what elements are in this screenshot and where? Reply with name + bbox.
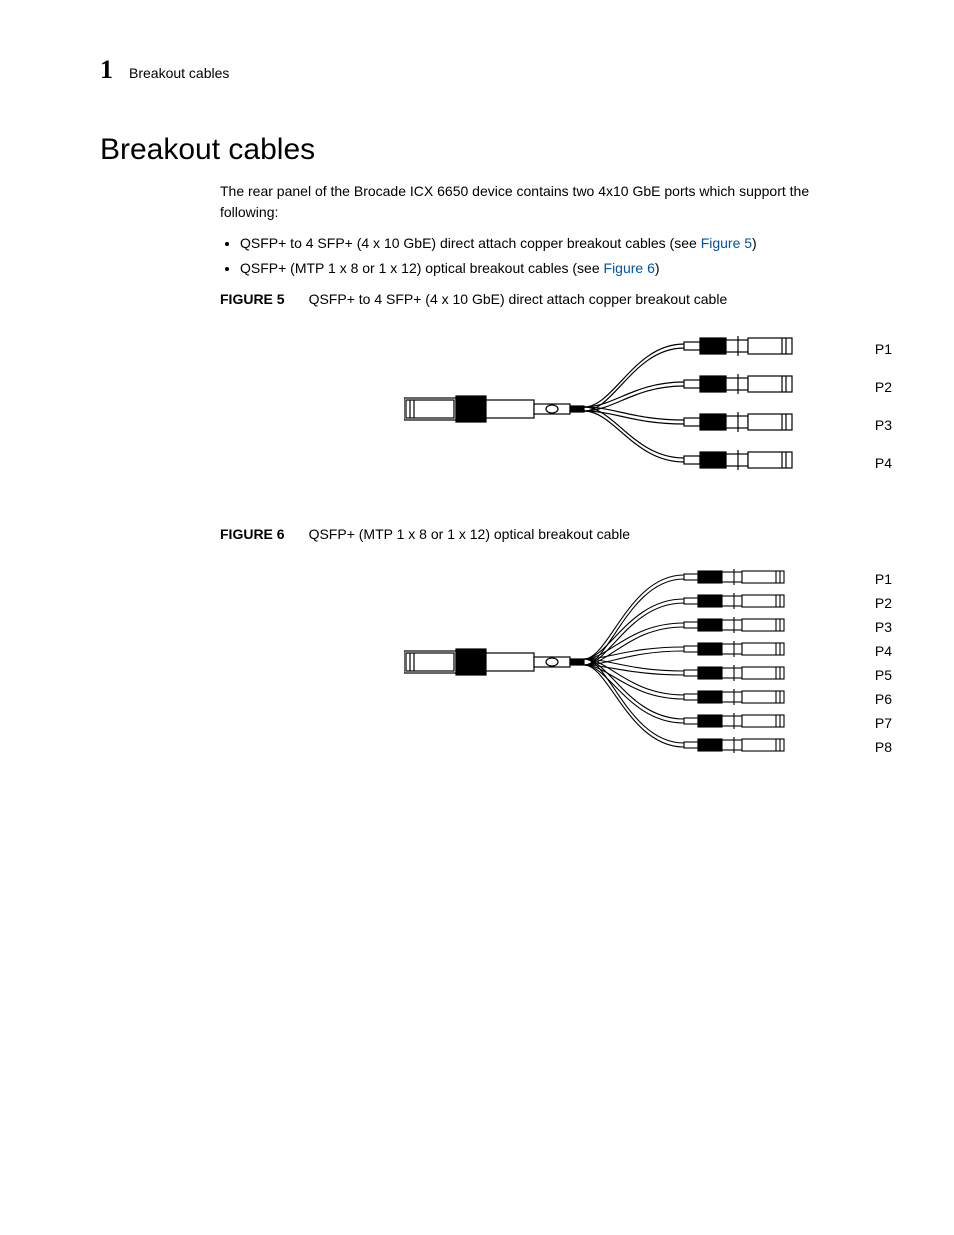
breakout-cable-8-icon xyxy=(404,559,864,769)
list-item: QSFP+ (MTP 1 x 8 or 1 x 12) optical brea… xyxy=(240,258,864,279)
running-header: 1 Breakout cables xyxy=(100,55,864,85)
port-label: P7 xyxy=(875,711,892,735)
figure5-diagram: P1 P2 P3 P4 xyxy=(220,324,864,500)
port-label: P8 xyxy=(875,735,892,759)
figure-link[interactable]: Figure 6 xyxy=(604,260,655,276)
figure-label: FIGURE 5 xyxy=(220,291,285,307)
figure6-diagram: P1 P2 P3 P4 P5 P6 P7 P8 xyxy=(220,559,864,775)
port-label: P1 xyxy=(875,330,892,368)
chapter-number: 1 xyxy=(100,55,113,85)
port-labels: P1 P2 P3 P4 xyxy=(875,330,892,482)
bullet-text-after: ) xyxy=(655,260,660,276)
figure-caption-text: QSFP+ to 4 SFP+ (4 x 10 GbE) direct atta… xyxy=(309,291,728,307)
breakout-cable-4-icon xyxy=(404,324,864,494)
body: The rear panel of the Brocade ICX 6650 d… xyxy=(220,181,864,775)
bullet-text-after: ) xyxy=(752,235,757,251)
figure-caption-text: QSFP+ (MTP 1 x 8 or 1 x 12) optical brea… xyxy=(309,526,631,542)
figure-caption: FIGURE 5 QSFP+ to 4 SFP+ (4 x 10 GbE) dir… xyxy=(220,289,864,310)
list-item: QSFP+ to 4 SFP+ (4 x 10 GbE) direct atta… xyxy=(240,233,864,254)
port-label: P1 xyxy=(875,567,892,591)
port-label: P6 xyxy=(875,687,892,711)
bullet-text: QSFP+ to 4 SFP+ (4 x 10 GbE) direct atta… xyxy=(240,235,701,251)
figure-label: FIGURE 6 xyxy=(220,526,285,542)
port-label: P4 xyxy=(875,639,892,663)
port-label: P2 xyxy=(875,368,892,406)
port-label: P3 xyxy=(875,615,892,639)
intro-paragraph: The rear panel of the Brocade ICX 6650 d… xyxy=(220,181,864,223)
bullet-list: QSFP+ to 4 SFP+ (4 x 10 GbE) direct atta… xyxy=(220,233,864,279)
bullet-text: QSFP+ (MTP 1 x 8 or 1 x 12) optical brea… xyxy=(240,260,604,276)
figure-link[interactable]: Figure 5 xyxy=(701,235,752,251)
section-title: Breakout cables xyxy=(100,133,864,167)
figure-caption: FIGURE 6 QSFP+ (MTP 1 x 8 or 1 x 12) opti… xyxy=(220,524,864,545)
page: 1 Breakout cables Breakout cables The re… xyxy=(0,0,954,859)
port-label: P3 xyxy=(875,406,892,444)
port-label: P2 xyxy=(875,591,892,615)
port-label: P5 xyxy=(875,663,892,687)
running-title: Breakout cables xyxy=(129,65,229,81)
port-labels: P1 P2 P3 P4 P5 P6 P7 P8 xyxy=(875,567,892,759)
port-label: P4 xyxy=(875,444,892,482)
